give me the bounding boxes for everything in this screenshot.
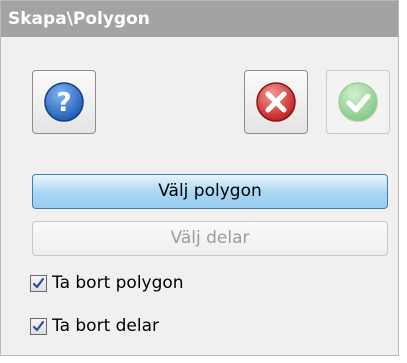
- create-polygon-panel: Skapa\Polygon ? Välj polygon Välj delar …: [0, 0, 399, 356]
- panel-title: Skapa\Polygon: [1, 1, 398, 37]
- remove-polygon-label: Ta bort polygon: [52, 273, 184, 293]
- help-button[interactable]: ?: [32, 70, 96, 134]
- select-parts-button[interactable]: Välj delar: [32, 221, 388, 256]
- checkmark-icon: [32, 320, 45, 331]
- svg-text:?: ?: [56, 88, 71, 118]
- ok-icon: [338, 82, 378, 122]
- remove-polygon-option[interactable]: Ta bort polygon: [30, 271, 184, 295]
- cancel-icon: [256, 82, 296, 122]
- remove-parts-checkbox[interactable]: [30, 317, 47, 335]
- select-polygon-button[interactable]: Välj polygon: [32, 174, 388, 209]
- remove-parts-option[interactable]: Ta bort delar: [30, 314, 159, 338]
- checkmark-icon: [32, 277, 45, 288]
- cancel-button[interactable]: [244, 70, 308, 134]
- remove-parts-label: Ta bort delar: [52, 316, 160, 336]
- ok-button[interactable]: [326, 70, 390, 134]
- remove-polygon-checkbox[interactable]: [30, 274, 47, 292]
- help-icon: ?: [44, 82, 84, 122]
